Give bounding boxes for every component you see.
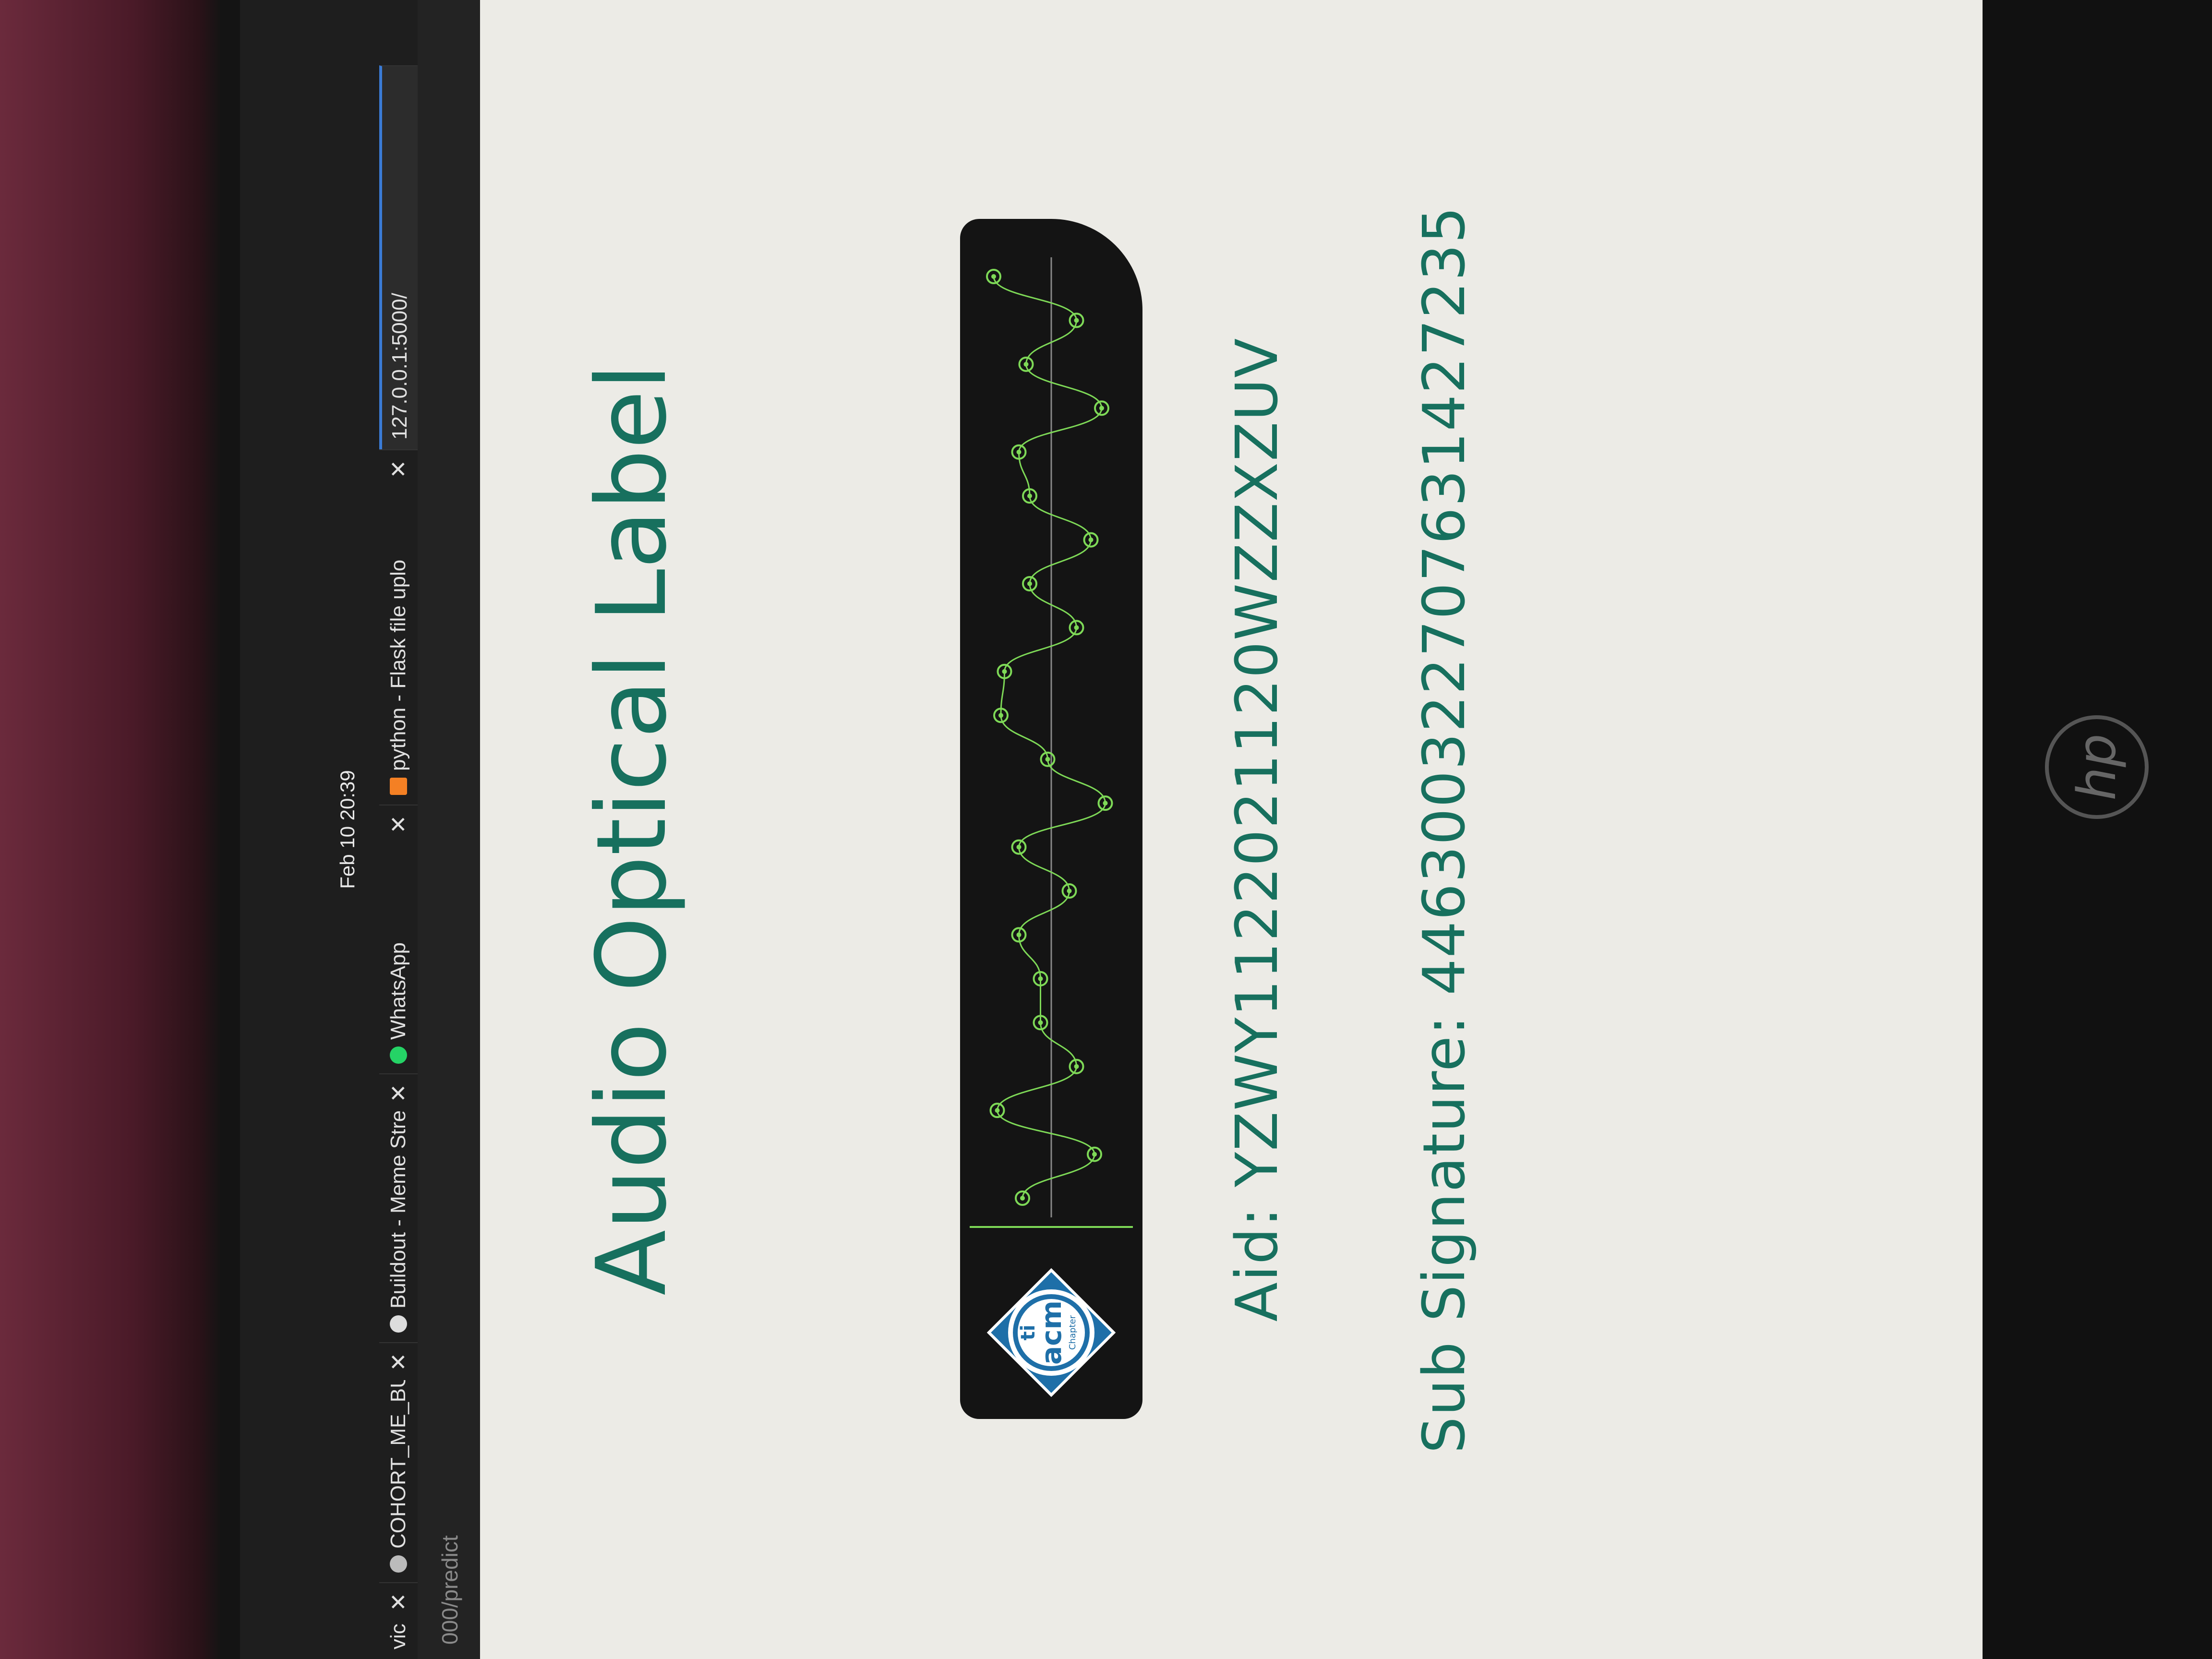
waveform-point-dot [998, 713, 1003, 718]
tab-title: COHORT_ME_BUILDOU [386, 1380, 410, 1549]
stackoverflow-icon [390, 778, 407, 795]
aid-text: Aid: YZWY1122021120WZZXZUV [1224, 337, 1291, 1322]
page-content: Audio Optical Label ti acm Chapter Aid: … [480, 0, 2016, 1659]
github-icon [390, 1555, 407, 1573]
waveform-point-dot [1074, 318, 1079, 323]
waveform-point-dot [1002, 669, 1007, 674]
close-icon[interactable]: ✕ [385, 815, 411, 834]
close-icon[interactable]: ✕ [385, 1353, 411, 1371]
close-icon[interactable]: ✕ [385, 1593, 411, 1611]
waveform-point-dot [1074, 1064, 1079, 1069]
hp-logo-icon: hp [2045, 715, 2149, 819]
browser-top-bar: Feb 10 20:39 vic ✕ COHORT_ME_BUILDOU ✕ B… [240, 0, 418, 1659]
close-icon[interactable]: ✕ [385, 1084, 411, 1103]
tab-strip: vic ✕ COHORT_ME_BUILDOU ✕ Buildout - Mem… [379, 0, 418, 1659]
crio-icon [390, 1315, 407, 1333]
waveform-point-dot [1038, 1020, 1043, 1025]
system-clock: Feb 10 20:39 [336, 770, 359, 889]
address-bar[interactable]: 000/predict [418, 0, 480, 1659]
waveform-point-dot [1016, 449, 1022, 455]
tab-partial[interactable]: vic ✕ [379, 1582, 418, 1659]
waveform-line [993, 276, 1106, 1199]
waveform-point-dot [1092, 1152, 1097, 1157]
tab-buildout[interactable]: Buildout - Meme Strea ✕ [379, 1073, 418, 1342]
sub-signature-text: Sub Signature: 44630032270763142723​5 [1411, 205, 1478, 1454]
waveform-point-dot [991, 274, 996, 279]
waveform-point-dot [1045, 757, 1050, 762]
waveform-point-dot [1016, 844, 1022, 850]
page-title: Audio Optical Label [576, 363, 688, 1296]
waveform-point-dot [1038, 976, 1043, 981]
tab-cohort[interactable]: COHORT_ME_BUILDOU ✕ [379, 1342, 418, 1582]
waveform-point-dot [1099, 406, 1104, 411]
waveform-point-dot [1016, 932, 1022, 938]
whatsapp-icon [390, 1046, 407, 1064]
waveform-point-dot [1088, 537, 1094, 542]
waveform-point-dot [1027, 581, 1032, 586]
waveform-point-dot [995, 1108, 1000, 1113]
tab-localhost[interactable]: 127.0.0.1:5000/ [379, 65, 418, 449]
tab-title: python - Flask file uplo [386, 559, 410, 771]
laptop-bezel [1983, 0, 2212, 1659]
laptop-screen: Feb 10 20:39 vic ✕ COHORT_ME_BUILDOU ✕ B… [240, 0, 2016, 1659]
audio-optical-label-card: ti acm Chapter [960, 219, 1142, 1419]
url-text[interactable]: 000/predict [437, 1535, 463, 1645]
waveform-graphic [970, 257, 1133, 1228]
close-icon[interactable]: ✕ [385, 460, 411, 479]
waveform-point-dot [1027, 493, 1032, 499]
waveform-point-dot [1023, 361, 1029, 367]
tab-stackoverflow[interactable]: python - Flask file uplo ✕ [379, 449, 418, 805]
tab-title: vic [386, 1623, 410, 1649]
tab-title: Buildout - Meme Strea [386, 1111, 410, 1309]
waveform-point-dot [1103, 801, 1108, 806]
tab-title: WhatsApp [386, 942, 410, 1040]
waveform-point-dot [1067, 889, 1072, 893]
tab-title: 127.0.0.1:5000/ [388, 293, 411, 440]
waveform-point-dot [1074, 625, 1079, 630]
waveform-point-dot [1020, 1196, 1025, 1201]
tab-whatsapp[interactable]: WhatsApp ✕ [379, 805, 418, 1073]
